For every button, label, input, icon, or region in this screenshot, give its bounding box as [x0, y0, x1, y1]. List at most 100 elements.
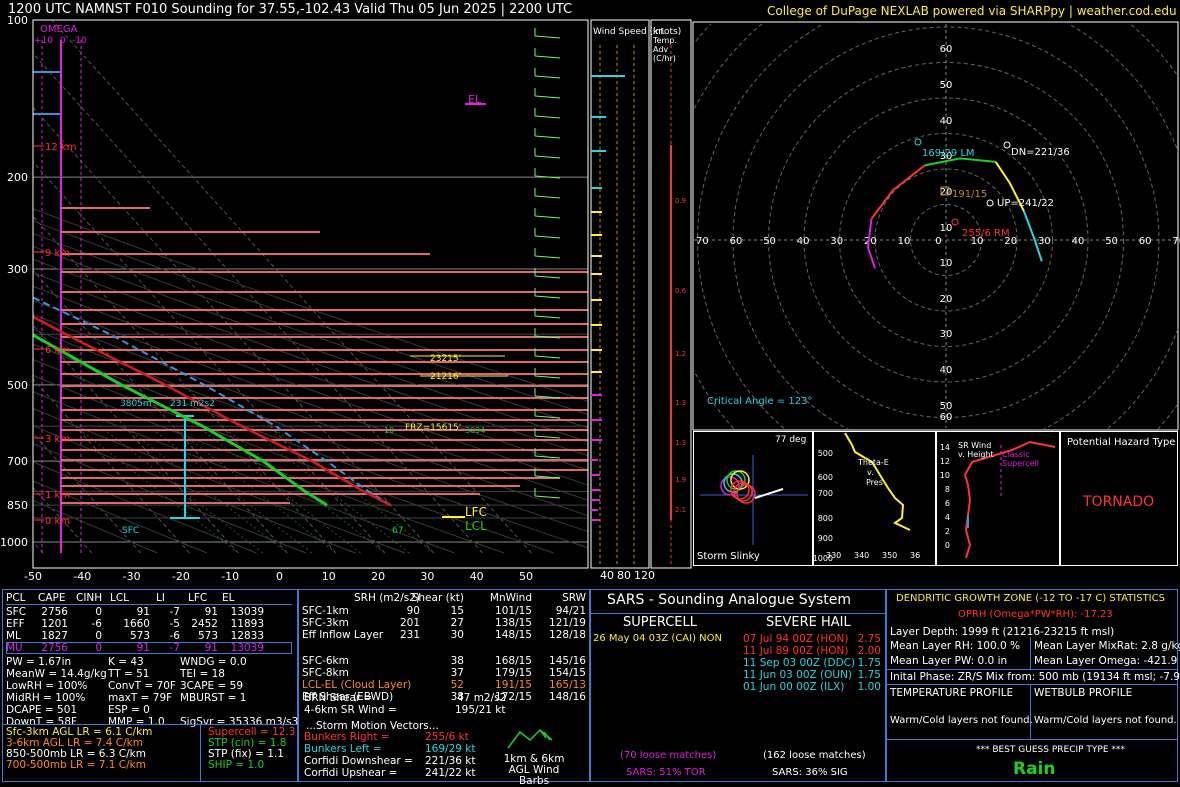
parcel-cell: 1827 — [38, 630, 68, 642]
parcel-cell: 11893 — [222, 618, 264, 630]
hodo-ring-label: 40 — [940, 116, 953, 127]
supercell-pct: SARS: 51% TOR — [626, 767, 706, 779]
hail-analog: 07 Jul 94 00Z (HON) — [743, 633, 853, 645]
dry-adiabat — [0, 20, 356, 553]
left-mover-marker — [915, 139, 921, 145]
index-convt: ConvT = 70F — [108, 680, 176, 692]
wind-barb — [535, 116, 560, 118]
sr-wind-label: SR Wind v. Height — [958, 441, 998, 459]
kin-cell: 38 — [408, 691, 464, 703]
wind-speed-label-120: 120 — [634, 570, 655, 582]
temp-adv-title: Inf. Temp. Adv (C/hr) — [653, 27, 691, 63]
hail-size: 1.75 — [853, 657, 881, 669]
dgz-mean-pw: Mean Layer PW: 0.0 in — [890, 655, 1007, 667]
wind-barb — [535, 316, 560, 318]
temp-adv-value: 1.9 — [675, 476, 686, 484]
isotherm — [0, 20, 336, 553]
omega-label: OMEGA — [40, 24, 77, 36]
pressure-label: 500 — [7, 379, 28, 392]
mean-wind-label: 191/15 — [952, 190, 987, 200]
index-dcape: DCAPE = 501 — [6, 704, 77, 716]
height-label: 1 km — [45, 490, 70, 501]
divider — [886, 669, 1178, 670]
index-meanw: MeanW = 14.4g/kg — [6, 668, 107, 680]
corfidi-down-label: Corfidi Downshear = — [304, 755, 413, 767]
wind-barb — [535, 236, 560, 238]
divider — [886, 684, 1178, 685]
hodo-x-label: 70 — [696, 236, 709, 247]
hodo-x-label: 0 — [935, 236, 941, 247]
hail-size: 1.75 — [853, 669, 881, 681]
hodo-ring-label: 20 — [940, 187, 953, 198]
kin-cell: 15 — [408, 605, 464, 617]
omega-scale-pos: +10 — [34, 36, 53, 46]
hazard-title: Potential Hazard Type — [1067, 437, 1175, 449]
sr-wind-46-label: 4-6km SR Wind = — [304, 704, 397, 716]
omega-scale-neg: -10 — [72, 36, 87, 46]
parcel-cell: 91 — [110, 642, 150, 654]
hodo-x-label: 70 — [1172, 236, 1180, 247]
lcl-label: LCL — [465, 520, 487, 532]
hail-list: 07 Jul 94 00Z (HON)2.7511 Jul 89 00Z (HO… — [743, 633, 883, 703]
wind-barb — [535, 496, 560, 498]
thetae-pres: Pres — [866, 478, 883, 488]
temp-adv-value: 2.1 — [675, 506, 686, 514]
corfidi-up-value: 241/22 kt — [425, 767, 475, 779]
wind-barb — [535, 376, 560, 378]
hodo-ring-label: 10 — [940, 258, 953, 269]
wind-barb — [535, 136, 560, 138]
pressure-label: 700 — [7, 455, 28, 468]
parcel-cell: 13039 — [222, 606, 264, 618]
wind-barb — [535, 36, 560, 38]
divider — [2, 724, 298, 725]
kin-header: SRW — [520, 592, 586, 604]
dry-adiabat — [0, 20, 603, 553]
hodo-x-label: 30 — [1038, 236, 1051, 247]
right-mover-marker — [952, 219, 958, 225]
temp-label: 10 — [322, 570, 336, 583]
parcel-cell: 12833 — [222, 630, 264, 642]
pressure-label: 300 — [7, 263, 28, 276]
slinky-title: Storm Slinky — [697, 552, 760, 562]
parcel-cell: 573 — [188, 630, 218, 642]
wind-barb — [535, 56, 560, 58]
hail-analog: 01 Jun 00 00Z (ILX) — [743, 681, 853, 693]
sr-wind-46-value: 195/21 kt — [455, 704, 505, 716]
frz-label: FRZ=15615' — [405, 423, 461, 433]
hodo-x-label: 40 — [797, 236, 810, 247]
isotherm — [0, 20, 92, 553]
hodo-x-label: 20 — [864, 236, 877, 247]
temp-adv-value: 1.2 — [675, 350, 686, 358]
brn-shear-label: BRN Shear = — [304, 692, 372, 704]
parcel-cell: SFC — [6, 606, 30, 618]
lapse-block: Sfc-3km AGL LR = 6.1 C/km 3-6km AGL LR =… — [6, 726, 296, 782]
wind-barbs-icon — [500, 724, 560, 754]
upshear-marker — [987, 200, 993, 206]
dgz-mean-rh: Mean Layer RH: 100.0 % — [890, 640, 1020, 652]
parcel-cell: 2756 — [38, 606, 68, 618]
wetbulb-profile-title: WETBULB PROFILE — [1034, 687, 1132, 699]
index-esp: ESP = 0 — [108, 704, 150, 716]
kin-cell: 121/19 — [520, 617, 586, 629]
hodo-ring-label: 50 — [940, 80, 953, 91]
thetae-v: v. — [867, 468, 874, 478]
wind-speed-label-40: 40 — [600, 570, 614, 582]
hodo-ring-label: 50 — [940, 401, 953, 412]
parcel-cell: 0 — [76, 630, 102, 642]
dgz-mixrat: Mean Layer MixRat: 2.8 g/kg — [1034, 640, 1180, 652]
dry-adiabat — [0, 20, 504, 553]
pressure-label: 1000 — [0, 536, 28, 549]
hodo-trace — [872, 165, 925, 218]
brn-shear-value: 47 m2/s2 — [457, 692, 506, 704]
dgz-layer-depth: Layer Depth: 1999 ft (21216-23215 ft msl… — [890, 626, 1114, 638]
hail-analog: 11 Sep 03 00Z (DDC) — [743, 657, 853, 669]
dry-adiabat — [0, 20, 653, 553]
parcel-cell: 2452 — [188, 618, 218, 630]
bunkers-left-label: Bunkers Left = — [304, 743, 382, 755]
hail-analog: 11 Jul 89 00Z (HON) — [743, 645, 853, 657]
supercell-title: SUPERCELL — [623, 617, 697, 629]
index-tt: TT = 51 — [108, 668, 149, 680]
wetbulb-profile-text: Warm/Cold layers not found. — [1034, 715, 1177, 727]
mixing-ratio-line — [173, 426, 336, 553]
hodograph-frame — [693, 22, 1178, 430]
